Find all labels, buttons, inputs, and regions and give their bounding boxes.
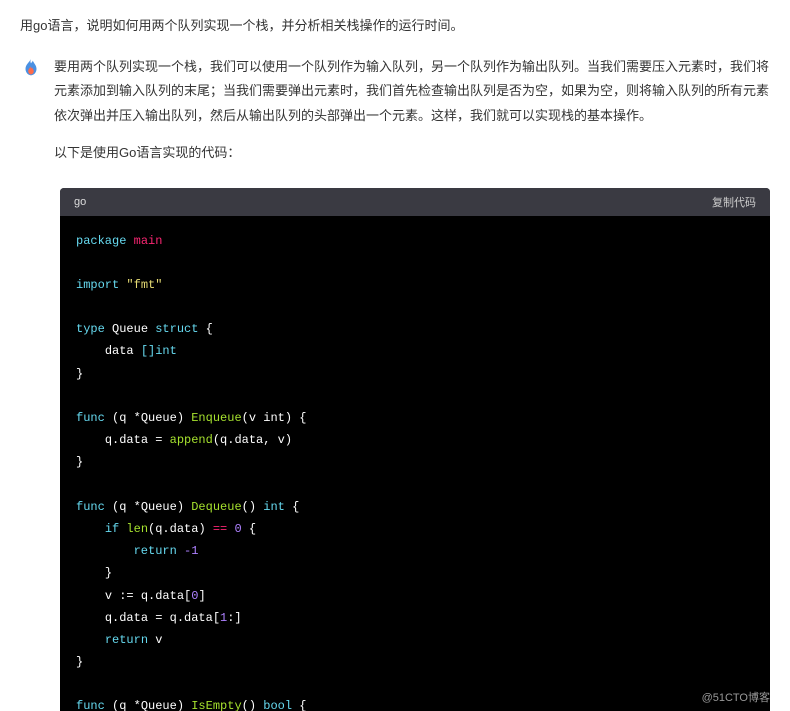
copy-code-button[interactable]: 复制代码 [712,194,756,210]
question-row: 用go语言，说明如何用两个队列实现一个栈，并分析相关栈操作的运行时间。 [0,0,790,45]
watermark-text: @51CTO博客 [702,689,770,705]
code-body[interactable]: package main import "fmt" type Queue str… [60,216,770,711]
answer-paragraph-2: 以下是使用Go语言实现的代码： [54,141,770,166]
answer-row: 要用两个队列实现一个栈，我们可以使用一个队列作为输入队列，另一个队列作为输出队列… [0,45,790,178]
code-header: go 复制代码 [60,188,770,216]
question-text: 用go语言，说明如何用两个队列实现一个栈，并分析相关栈操作的运行时间。 [20,16,463,37]
code-block: go 复制代码 package main import "fmt" type Q… [60,188,770,711]
answer-content: 要用两个队列实现一个栈，我们可以使用一个队列作为输入队列，另一个队列作为输出队列… [54,55,770,178]
code-language-label: go [74,196,86,208]
answer-paragraph-1: 要用两个队列实现一个栈，我们可以使用一个队列作为输入队列，另一个队列作为输出队列… [54,55,770,129]
assistant-avatar [20,57,42,79]
flame-icon [20,57,42,79]
